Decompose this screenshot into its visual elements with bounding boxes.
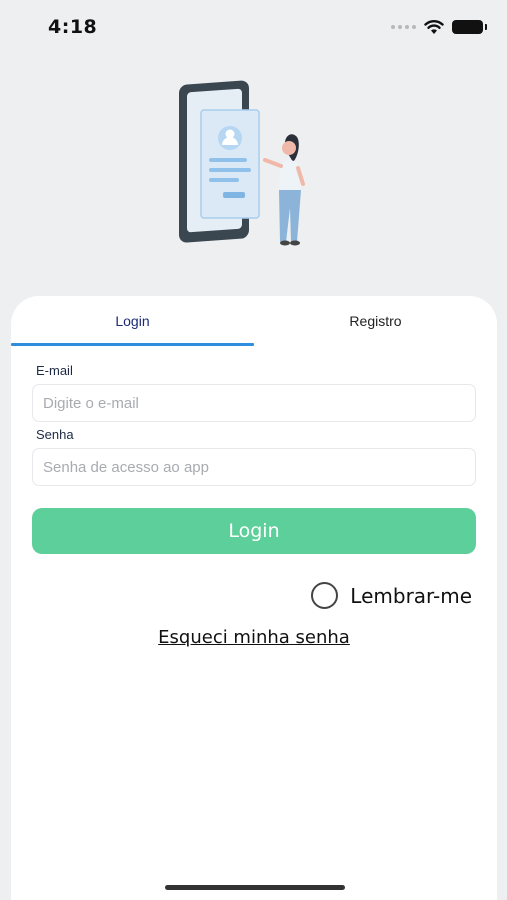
remember-me-label: Lembrar-me <box>350 583 472 608</box>
status-bar: 4:18 <box>0 0 507 54</box>
status-icons <box>391 17 487 37</box>
login-illustration <box>179 80 305 246</box>
forgot-password-row: Esqueci minha senha <box>11 627 497 648</box>
login-card: Login Registro E-mail Senha Login Lembra… <box>11 296 497 900</box>
email-label: E-mail <box>36 363 73 378</box>
password-label: Senha <box>36 427 74 442</box>
password-field[interactable] <box>32 448 476 486</box>
battery-icon <box>452 20 487 34</box>
email-field[interactable] <box>32 384 476 422</box>
tab-login[interactable]: Login <box>11 313 254 329</box>
forgot-password-link[interactable]: Esqueci minha senha <box>158 627 350 648</box>
wifi-icon <box>424 20 444 34</box>
home-indicator[interactable] <box>165 885 345 890</box>
remember-me-toggle[interactable]: Lembrar-me <box>311 582 472 609</box>
status-time: 4:18 <box>48 16 98 38</box>
active-tab-indicator <box>11 343 254 346</box>
remember-me-radio[interactable] <box>311 582 339 609</box>
auth-tabs: Login Registro <box>11 296 497 348</box>
signal-dots-icon <box>391 25 416 29</box>
tab-registro[interactable]: Registro <box>254 313 497 329</box>
login-button[interactable]: Login <box>32 508 476 554</box>
